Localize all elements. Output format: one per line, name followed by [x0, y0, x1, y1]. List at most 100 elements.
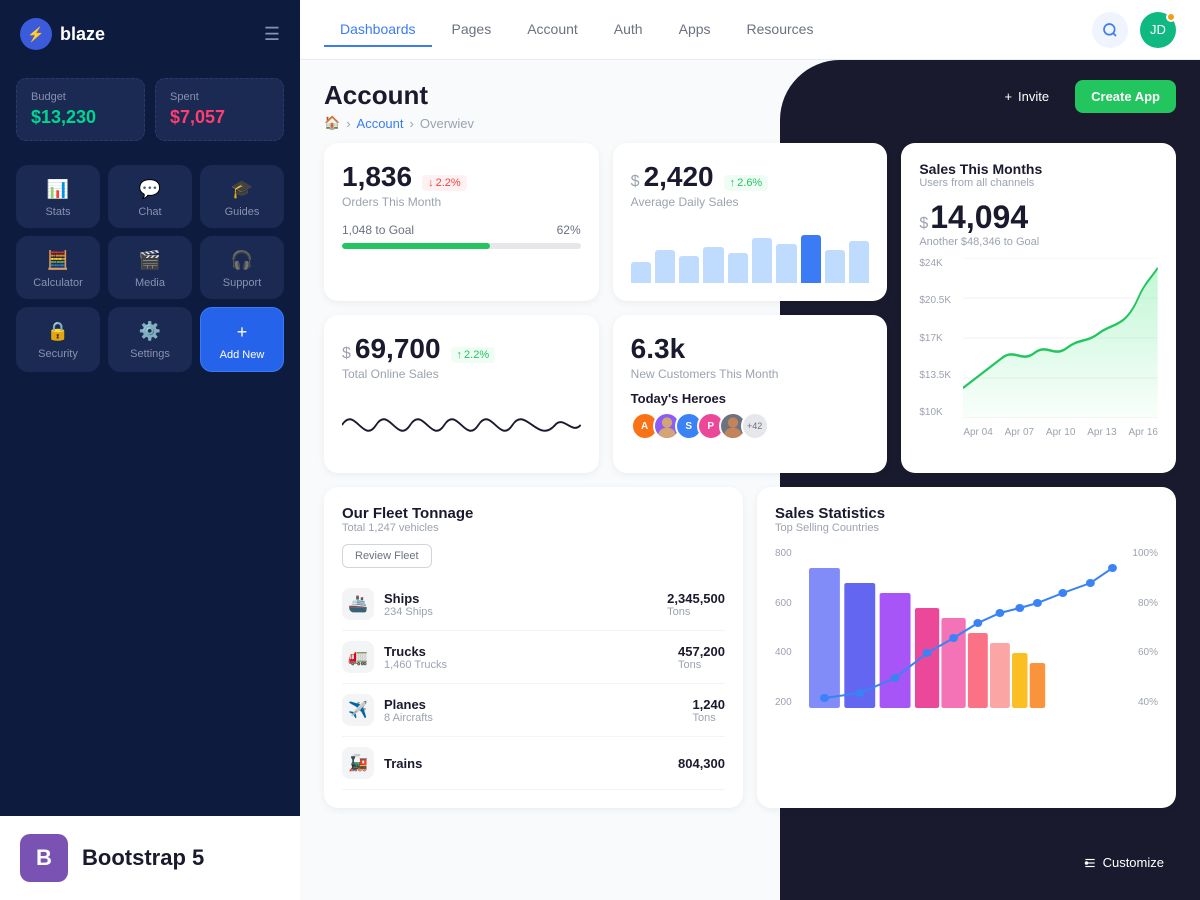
nav-item-guides[interactable]: 🎓 Guides — [200, 165, 284, 228]
budget-value: $13,230 — [31, 107, 130, 128]
new-customers-value: 6.3k — [631, 333, 870, 365]
orders-progress-fill — [342, 243, 490, 249]
squiggle-svg — [342, 395, 581, 455]
orders-badge: ↓ 2.2% — [422, 175, 467, 191]
sales-prefix: $ — [919, 215, 928, 233]
new-customers-label: New Customers This Month — [631, 367, 870, 381]
nav-item-add-new[interactable]: + Add New — [200, 307, 284, 372]
mini-bar-3 — [703, 247, 723, 283]
ships-unit: Tons — [667, 606, 725, 618]
mini-bar-chart — [631, 223, 870, 283]
orders-progress-label: 1,048 to Goal — [342, 223, 414, 237]
breadcrumb-sep2: › — [410, 116, 414, 131]
sales-goal-text: Another $48,346 to Goal — [919, 236, 1158, 248]
topnav-links: Dashboards Pages Account Auth Apps Resou… — [324, 13, 829, 47]
nav-label-calculator: Calculator — [33, 277, 83, 289]
nav-item-calculator[interactable]: 🧮 Calculator — [16, 236, 100, 299]
topnav-account[interactable]: Account — [511, 13, 594, 47]
nav-item-chat[interactable]: 💬 Chat — [108, 165, 192, 228]
total-online-badge: ↑ 2.2% — [451, 347, 496, 363]
trucks-amount: 457,200 — [678, 644, 725, 659]
nav-label-settings: Settings — [130, 348, 170, 360]
sales-stats-card: Sales Statistics Top Selling Countries 8… — [757, 487, 1176, 808]
total-online-value: 69,700 — [355, 333, 441, 365]
x-axis-labels: Apr 04 Apr 07 Apr 10 Apr 13 Apr 16 — [963, 427, 1158, 438]
sales-pct-labels: 100% 80% 60% 40% — [1122, 548, 1158, 708]
daily-sales-row: $ 2,420 ↑ 2.6% — [631, 161, 870, 193]
sidebar-logo: ⚡ blaze — [20, 18, 105, 50]
trucks-name: Trucks — [384, 644, 447, 659]
breadcrumb: 🏠 › Account › Overwiev — [324, 115, 474, 131]
nav-grid: 📊 Stats 💬 Chat 🎓 Guides 🧮 Calculator 🎬 M… — [0, 157, 300, 380]
review-fleet-button[interactable]: Review Fleet — [342, 544, 432, 568]
total-online-arrow: ↑ — [457, 349, 463, 361]
breadcrumb-account[interactable]: Account — [357, 116, 404, 131]
notification-dot — [1166, 12, 1176, 22]
stats-icon: 📊 — [47, 179, 69, 200]
sales-y-labels: 800 600 400 200 — [775, 548, 805, 708]
invite-button[interactable]: + Invite — [988, 80, 1065, 113]
nav-item-media[interactable]: 🎬 Media — [108, 236, 192, 299]
customize-button[interactable]: Customize — [1067, 845, 1180, 880]
mini-bar-9 — [849, 241, 869, 283]
topnav-apps[interactable]: Apps — [663, 13, 727, 47]
page-header: Account 🏠 › Account › Overwiev + Invite … — [324, 80, 1176, 131]
planes-count: 8 Aircrafts — [384, 712, 433, 724]
topnav-pages[interactable]: Pages — [436, 13, 508, 47]
topnav-resources[interactable]: Resources — [731, 13, 830, 47]
bootstrap-icon: B — [20, 834, 68, 882]
sales-month-sub: Users from all channels — [919, 177, 1158, 189]
sales-stats-sub: Top Selling Countries — [775, 522, 1158, 534]
bootstrap-text: Bootstrap 5 — [82, 845, 204, 871]
ships-amount: 2,345,500 — [667, 591, 725, 606]
nav-item-support[interactable]: 🎧 Support — [200, 236, 284, 299]
nav-item-stats[interactable]: 📊 Stats — [16, 165, 100, 228]
search-button[interactable] — [1092, 12, 1128, 48]
topnav-auth[interactable]: Auth — [598, 13, 659, 47]
spent-card: Spent $7,057 — [155, 78, 284, 141]
fleet-row-trains: 🚂 Trains 804,300 — [342, 737, 725, 790]
orders-label: Orders This Month — [342, 195, 581, 209]
total-online-badge-val: 2.2% — [464, 349, 489, 361]
daily-sales-card: $ 2,420 ↑ 2.6% Average Daily Sales — [613, 143, 888, 301]
guides-icon: 🎓 — [231, 179, 253, 200]
user-avatar[interactable]: JD — [1140, 12, 1176, 48]
nav-label-guides: Guides — [225, 206, 260, 218]
sales-this-month-card: Sales This Months Users from all channel… — [901, 143, 1176, 473]
topnav-dashboards[interactable]: Dashboards — [324, 13, 432, 47]
mini-bar-2 — [679, 256, 699, 283]
menu-icon[interactable]: ☰ — [264, 24, 280, 45]
nav-label-media: Media — [135, 277, 165, 289]
nav-item-settings[interactable]: ⚙️ Settings — [108, 307, 192, 372]
fleet-card: Our Fleet Tonnage Total 1,247 vehicles R… — [324, 487, 743, 808]
ships-name: Ships — [384, 591, 433, 606]
sales-month-title: Sales This Months — [919, 161, 1158, 177]
page-title: Account — [324, 80, 474, 111]
nav-item-security[interactable]: 🔒 Security — [16, 307, 100, 372]
fleet-sub: Total 1,247 vehicles — [342, 522, 725, 534]
planes-name: Planes — [384, 697, 433, 712]
orders-progress-bar — [342, 243, 581, 249]
planes-icon: ✈️ — [342, 694, 374, 726]
budget-cards: Budget $13,230 Spent $7,057 — [0, 68, 300, 157]
heroes-label: Today's Heroes — [631, 391, 870, 406]
total-online-label: Total Online Sales — [342, 367, 581, 381]
logo-text: blaze — [60, 24, 105, 45]
security-icon: 🔒 — [47, 321, 69, 342]
breadcrumb-sep1: › — [346, 116, 350, 131]
add-new-icon: + — [237, 322, 248, 343]
daily-sales-badge-val: 2.6% — [737, 177, 762, 189]
squiggle-chart — [342, 395, 581, 455]
hero-count: +42 — [741, 412, 769, 440]
media-icon: 🎬 — [139, 250, 161, 271]
topnav: Dashboards Pages Account Auth Apps Resou… — [300, 0, 1200, 60]
customize-label: Customize — [1103, 855, 1164, 870]
trucks-icon: 🚛 — [342, 641, 374, 673]
mini-bar-0 — [631, 262, 651, 283]
bottom-grid: Our Fleet Tonnage Total 1,247 vehicles R… — [324, 487, 1176, 808]
create-app-button[interactable]: Create App — [1075, 80, 1176, 113]
sales-amount-row: $ 14,094 — [919, 199, 1158, 236]
main-content: Dashboards Pages Account Auth Apps Resou… — [300, 0, 1200, 900]
nav-label-security: Security — [38, 348, 78, 360]
heroes-avatars: A S P +42 — [631, 412, 870, 440]
